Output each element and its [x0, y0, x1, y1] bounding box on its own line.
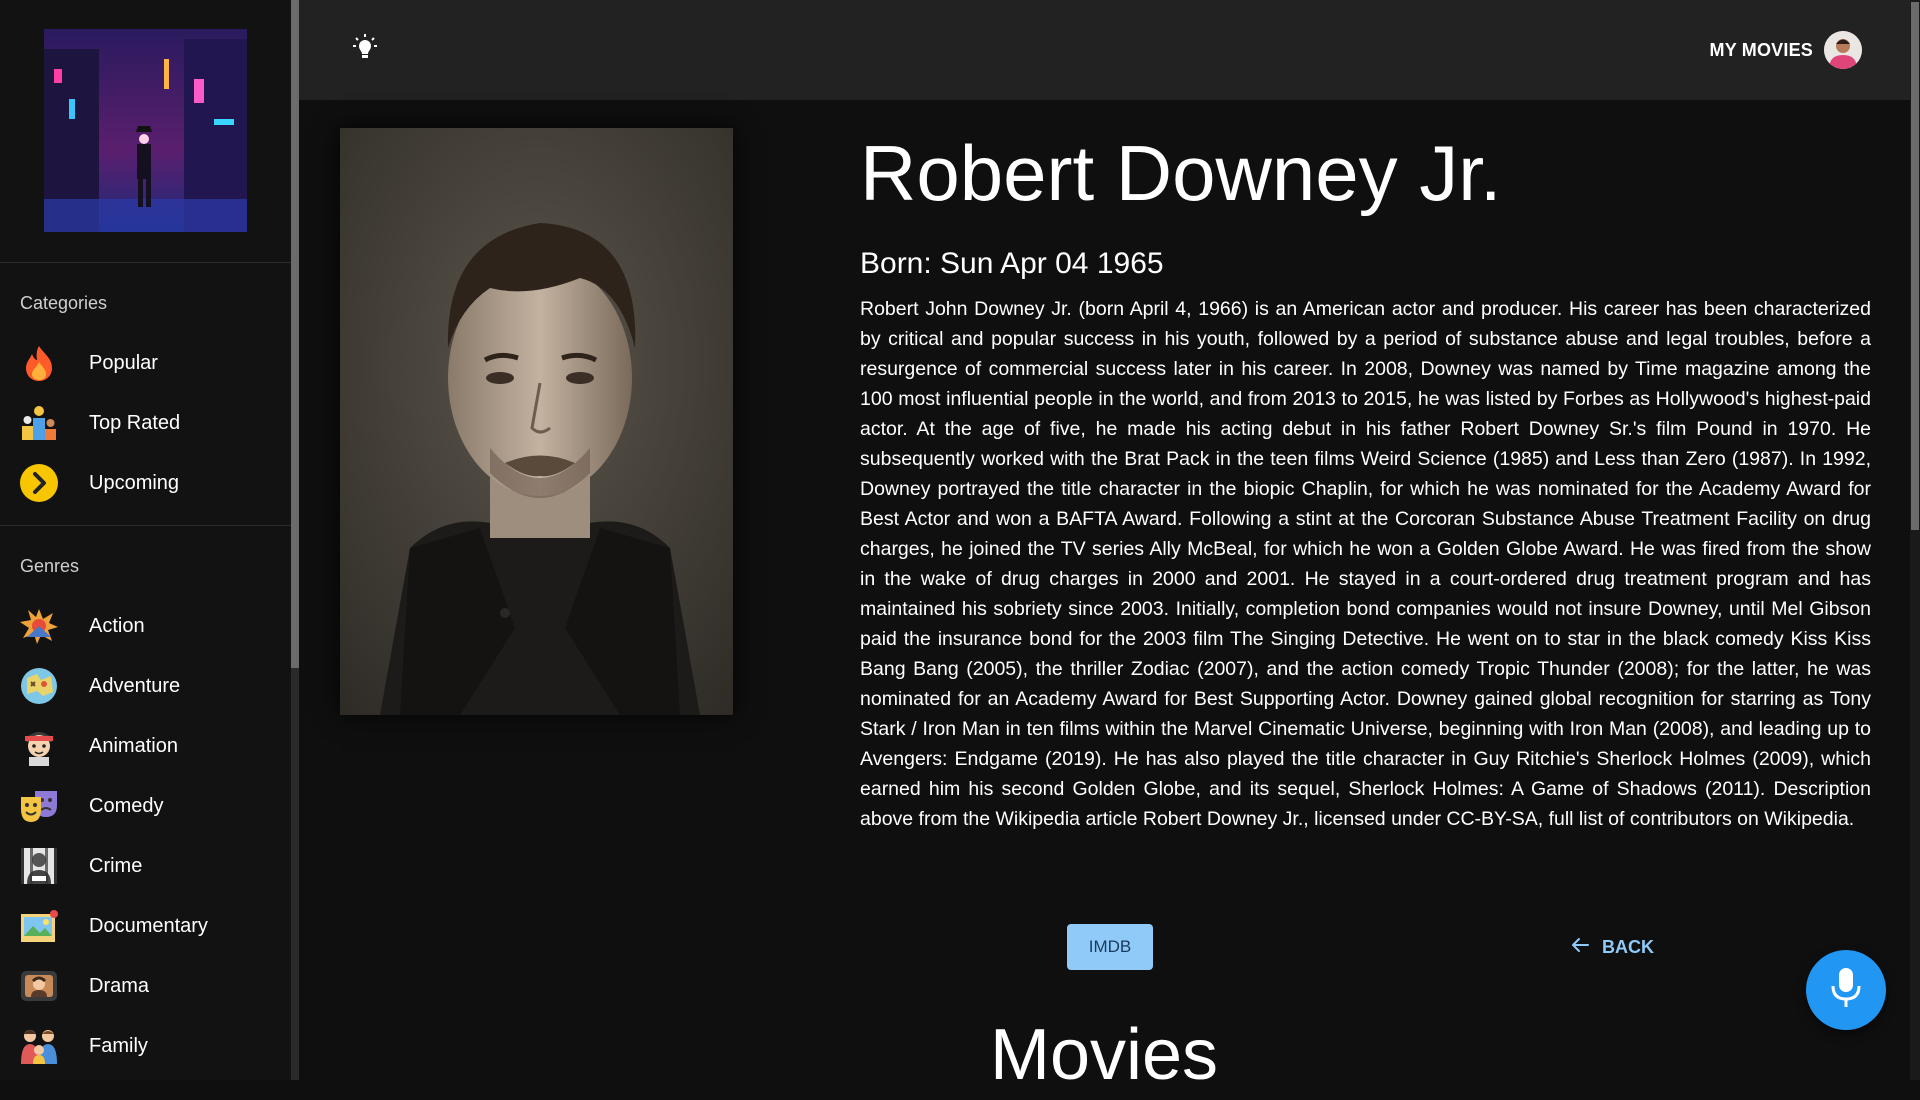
arrow-left-icon	[1570, 935, 1590, 960]
logo-container	[0, 0, 291, 263]
sidebar-item-label: Upcoming	[89, 471, 180, 494]
sidebar-item-label: Family	[89, 1034, 148, 1057]
sidebar-item-top-rated[interactable]: Top Rated	[0, 393, 291, 453]
top-app-bar: MY MOVIES	[299, 0, 1910, 100]
actor-biography: Robert John Downey Jr. (born April 4, 19…	[860, 298, 1871, 830]
sidebar-item-crime[interactable]: Crime	[0, 836, 291, 896]
categories-section: Categories Popular Top Rated Upcoming	[0, 263, 291, 526]
family-icon	[19, 1026, 59, 1066]
sidebar-item-documentary[interactable]: Documentary	[0, 896, 291, 956]
sidebar-item-popular[interactable]: Popular	[0, 333, 291, 393]
theater-masks-icon	[19, 786, 59, 826]
sidebar: Categories Popular Top Rated Upcoming Ge…	[0, 0, 291, 1080]
movies-section-title: Movies	[990, 1015, 1219, 1095]
back-button-label: BACK	[1602, 936, 1654, 957]
actor-birthdate: Born: Sun Apr 04 1965	[860, 247, 1164, 280]
sidebar-item-comedy[interactable]: Comedy	[0, 776, 291, 836]
sidebar-item-label: Animation	[89, 734, 178, 757]
back-button[interactable]: BACK	[1570, 932, 1654, 962]
actor-photo	[340, 128, 733, 715]
avatar[interactable]	[1824, 31, 1862, 69]
categories-title: Categories	[20, 293, 108, 313]
imdb-button[interactable]: IMDB	[1067, 924, 1153, 970]
lightbulb-icon[interactable]	[349, 33, 381, 65]
sidebar-item-upcoming[interactable]: Upcoming	[0, 453, 291, 513]
podium-icon	[19, 403, 59, 443]
microphone-icon	[1828, 966, 1864, 1015]
my-movies-link[interactable]: MY MOVIES	[1710, 40, 1814, 61]
chevron-right-circle-icon	[19, 463, 59, 503]
app-logo[interactable]	[44, 29, 247, 232]
page-scrollbar[interactable]	[1910, 0, 1920, 1080]
sidebar-item-drama[interactable]: Drama	[0, 956, 291, 1016]
cartoon-face-icon	[19, 726, 59, 766]
actor-name: Robert Downey Jr.	[860, 129, 1502, 217]
sidebar-item-label: Comedy	[89, 794, 164, 817]
sidebar-scrollbar[interactable]	[291, 0, 299, 1080]
drama-tv-icon	[19, 966, 59, 1006]
sidebar-item-action[interactable]: Action	[0, 596, 291, 656]
sidebar-item-label: Popular	[89, 351, 158, 374]
fire-icon	[19, 343, 59, 383]
sidebar-item-label: Crime	[89, 854, 143, 877]
voice-assistant-button[interactable]	[1806, 950, 1886, 1030]
prisoner-icon	[19, 846, 59, 886]
picture-icon	[19, 906, 59, 946]
explosion-icon	[19, 606, 59, 646]
sidebar-item-label: Adventure	[89, 674, 181, 697]
sidebar-item-label: Drama	[89, 974, 150, 997]
sidebar-item-label: Documentary	[89, 914, 208, 937]
sidebar-item-family[interactable]: Family	[0, 1016, 291, 1076]
sidebar-scrollbar-thumb[interactable]	[291, 0, 299, 668]
sidebar-item-label: Top Rated	[89, 411, 181, 434]
genres-section: Genres Action Adventure Animation Comedy…	[0, 526, 291, 1080]
sidebar-item-adventure[interactable]: Adventure	[0, 656, 291, 716]
sidebar-item-animation[interactable]: Animation	[0, 716, 291, 776]
page-scrollbar-thumb[interactable]	[1911, 2, 1919, 530]
genres-title: Genres	[20, 556, 80, 576]
map-icon	[19, 666, 59, 706]
sidebar-item-label: Action	[89, 614, 145, 637]
